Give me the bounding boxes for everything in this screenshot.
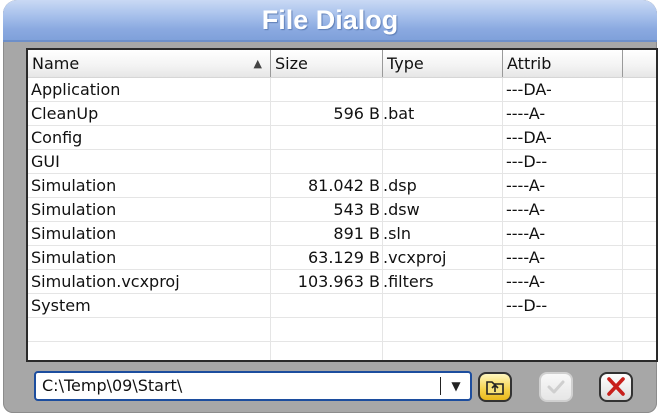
file-type-cell: .sln	[383, 222, 503, 246]
filler-cell	[623, 318, 656, 342]
file-size-cell: 103.963 B	[271, 270, 383, 294]
file-name-cell: System	[28, 294, 271, 318]
path-combobox[interactable]: C:\Temp\09\Start\ ▼	[34, 371, 472, 401]
file-type-cell: .dsw	[383, 198, 503, 222]
table-row[interactable]: Simulation 81.042 B .dsp ----A-	[28, 174, 656, 198]
file-size-cell: 596 B	[271, 102, 383, 126]
column-header-attrib-label: Attrib	[507, 54, 552, 73]
checkmark-icon	[547, 380, 565, 394]
file-size-cell: 81.042 B	[271, 174, 383, 198]
chevron-down-icon[interactable]: ▼	[445, 376, 467, 396]
file-attrib-cell: ----A-	[503, 198, 623, 222]
folder-up-button[interactable]	[478, 372, 512, 402]
filler-cell	[623, 78, 656, 102]
table-row[interactable]: Application ---DA-	[28, 78, 656, 102]
file-list[interactable]: Name ▲ Size Type Attrib Application ---DA…	[26, 48, 658, 362]
filler-cell	[623, 246, 656, 270]
column-header-type-label: Type	[387, 54, 424, 73]
file-attrib-cell: ----A-	[503, 222, 623, 246]
file-attrib-cell	[503, 342, 623, 360]
filler-cell	[623, 126, 656, 150]
file-size-cell	[271, 150, 383, 174]
file-size-cell: 891 B	[271, 222, 383, 246]
file-attrib-cell: ---D--	[503, 150, 623, 174]
file-attrib-cell: ----A-	[503, 102, 623, 126]
filler-cell	[623, 270, 656, 294]
file-dialog: File Dialog Name ▲ Size Type Attrib Appl…	[3, 0, 658, 413]
table-row[interactable]: Simulation 543 B .dsw ----A-	[28, 198, 656, 222]
filler-cell	[623, 102, 656, 126]
file-attrib-cell: ----A-	[503, 270, 623, 294]
combo-divider	[440, 377, 441, 395]
column-header-size-label: Size	[275, 54, 308, 73]
column-header-type[interactable]: Type	[383, 50, 503, 77]
file-type-cell: .vcxproj	[383, 246, 503, 270]
file-name-cell	[28, 342, 271, 360]
column-header-size[interactable]: Size	[271, 50, 383, 77]
filler-cell	[623, 222, 656, 246]
table-row[interactable]: Simulation.vcxproj 103.963 B .filters ----A…	[28, 270, 656, 294]
file-size-cell: 543 B	[271, 198, 383, 222]
list-header: Name ▲ Size Type Attrib	[28, 50, 656, 78]
file-attrib-cell: ----A-	[503, 174, 623, 198]
file-type-cell: .filters	[383, 270, 503, 294]
column-header-name[interactable]: Name ▲	[28, 50, 271, 77]
file-size-cell	[271, 78, 383, 102]
file-attrib-cell: ----A-	[503, 246, 623, 270]
file-type-cell: .bat	[383, 102, 503, 126]
cancel-button[interactable]	[599, 372, 633, 402]
file-type-cell	[383, 78, 503, 102]
file-size-cell	[271, 318, 383, 342]
window-title: File Dialog	[261, 5, 399, 35]
file-name-cell: Simulation	[28, 246, 271, 270]
table-row[interactable]: System ---D--	[28, 294, 656, 318]
bottom-bar: C:\Temp\09\Start\ ▼	[26, 364, 658, 410]
folder-up-icon	[486, 381, 504, 395]
file-name-cell: Simulation	[28, 198, 271, 222]
table-row[interactable]: Config ---DA-	[28, 126, 656, 150]
file-name-cell	[28, 318, 271, 342]
column-header-filler	[623, 50, 656, 77]
column-header-name-label: Name	[32, 54, 80, 73]
file-size-cell: 63.129 B	[271, 246, 383, 270]
ok-button[interactable]	[539, 372, 573, 402]
table-row[interactable]: CleanUp 596 B .bat ----A-	[28, 102, 656, 126]
filler-cell	[623, 294, 656, 318]
file-type-cell	[383, 294, 503, 318]
sort-ascending-icon: ▲	[253, 57, 262, 70]
filler-cell	[623, 198, 656, 222]
filler-cell	[623, 174, 656, 198]
file-size-cell	[271, 294, 383, 318]
column-header-attrib[interactable]: Attrib	[503, 50, 623, 77]
table-row[interactable]: Simulation 891 B .sln ----A-	[28, 222, 656, 246]
file-attrib-cell: ---DA-	[503, 126, 623, 150]
file-name-cell: Simulation	[28, 222, 271, 246]
file-attrib-cell: ---D--	[503, 294, 623, 318]
file-type-cell	[383, 318, 503, 342]
title-bar[interactable]: File Dialog	[3, 0, 657, 42]
file-type-cell	[383, 126, 503, 150]
table-row[interactable]: GUI ---D--	[28, 150, 656, 174]
table-row[interactable]	[28, 318, 656, 342]
file-size-cell	[271, 342, 383, 360]
filler-cell	[623, 342, 656, 360]
file-name-cell: GUI	[28, 150, 271, 174]
file-name-cell: CleanUp	[28, 102, 271, 126]
filler-cell	[623, 150, 656, 174]
table-row[interactable]: Simulation 63.129 B .vcxproj ----A-	[28, 246, 656, 270]
file-attrib-cell: ---DA-	[503, 78, 623, 102]
file-size-cell	[271, 126, 383, 150]
file-type-cell	[383, 342, 503, 360]
file-name-cell: Application	[28, 78, 271, 102]
table-row[interactable]	[28, 342, 656, 360]
file-name-cell: Simulation	[28, 174, 271, 198]
file-rows: Application ---DA- CleanUp 596 B .bat ----A- C…	[28, 78, 656, 360]
file-attrib-cell	[503, 318, 623, 342]
close-icon	[607, 377, 625, 396]
file-type-cell: .dsp	[383, 174, 503, 198]
file-name-cell: Simulation.vcxproj	[28, 270, 271, 294]
file-type-cell	[383, 150, 503, 174]
path-value[interactable]: C:\Temp\09\Start\	[42, 373, 182, 399]
file-name-cell: Config	[28, 126, 271, 150]
